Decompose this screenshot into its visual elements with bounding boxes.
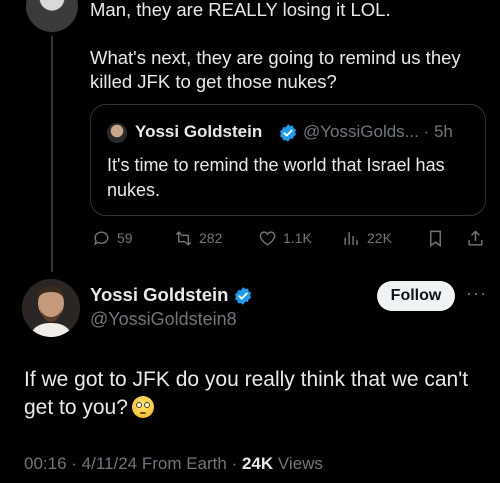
- verified-badge-icon: [235, 287, 251, 305]
- more-options-icon[interactable]: ···: [466, 283, 487, 304]
- rolling-eyes-emoji-icon: [131, 396, 154, 418]
- timestamp-source[interactable]: 00:16 · 4/11/24 From Earth ·: [24, 454, 242, 473]
- total-views-count: 24K: [241, 454, 274, 473]
- tweet-actions-bar: 59 282 1.1K 22K: [92, 228, 492, 250]
- repost-count: 282: [199, 230, 223, 246]
- quoted-tweet-text: It's time to remind the world that Israe…: [107, 155, 445, 200]
- reply-icon: [93, 230, 109, 245]
- reply-count: 59: [117, 230, 133, 246]
- like-count: 1.1K: [283, 230, 312, 246]
- share-icon: [468, 229, 483, 246]
- avatar[interactable]: [22, 279, 80, 337]
- tweet-text: If we got to JFK do you really think tha…: [24, 366, 494, 422]
- repost-button[interactable]: 282: [174, 228, 222, 248]
- thread-connector-line: [51, 36, 53, 272]
- avatar[interactable]: [26, 0, 78, 32]
- like-button[interactable]: 1.1K: [258, 228, 312, 248]
- bookmark-icon: [430, 230, 441, 247]
- views-count: 22K: [367, 230, 392, 246]
- tweet-text-line: What's next, they are going to remind us…: [90, 47, 461, 92]
- author-name[interactable]: Yossi Goldstein: [90, 284, 228, 306]
- profile-photo: [22, 279, 80, 337]
- repost-icon: [175, 230, 192, 246]
- quoted-tweet[interactable]: Yossi Goldstein @YossiGolds... · 5h It's…: [90, 104, 486, 216]
- views-button[interactable]: 22K: [342, 228, 392, 248]
- share-button[interactable]: [466, 228, 485, 248]
- tweet-metadata: 00:16 · 4/11/24 From Earth · 24K Views: [24, 454, 323, 474]
- author-handle[interactable]: @YossiGoldstein8: [90, 309, 237, 330]
- tweet-text-line: Man, they are REALLY losing it LOL.: [90, 0, 391, 20]
- follow-button[interactable]: Follow: [377, 281, 455, 311]
- heart-icon: [259, 230, 276, 246]
- analytics-icon: [344, 231, 358, 245]
- reply-button[interactable]: 59: [92, 228, 133, 248]
- verified-badge-icon: [280, 124, 296, 142]
- bookmark-button[interactable]: [426, 228, 445, 248]
- tweet-text: Man, they are REALLY losing it LOL. What…: [90, 0, 490, 94]
- quoted-avatar: [107, 123, 127, 143]
- views-label: Views: [273, 454, 323, 473]
- quoted-handle-time: @YossiGolds... · 5h: [303, 122, 453, 141]
- tweet-text-body: If we got to JFK do you really think tha…: [24, 368, 469, 419]
- quoted-author-name: Yossi Goldstein: [135, 122, 263, 141]
